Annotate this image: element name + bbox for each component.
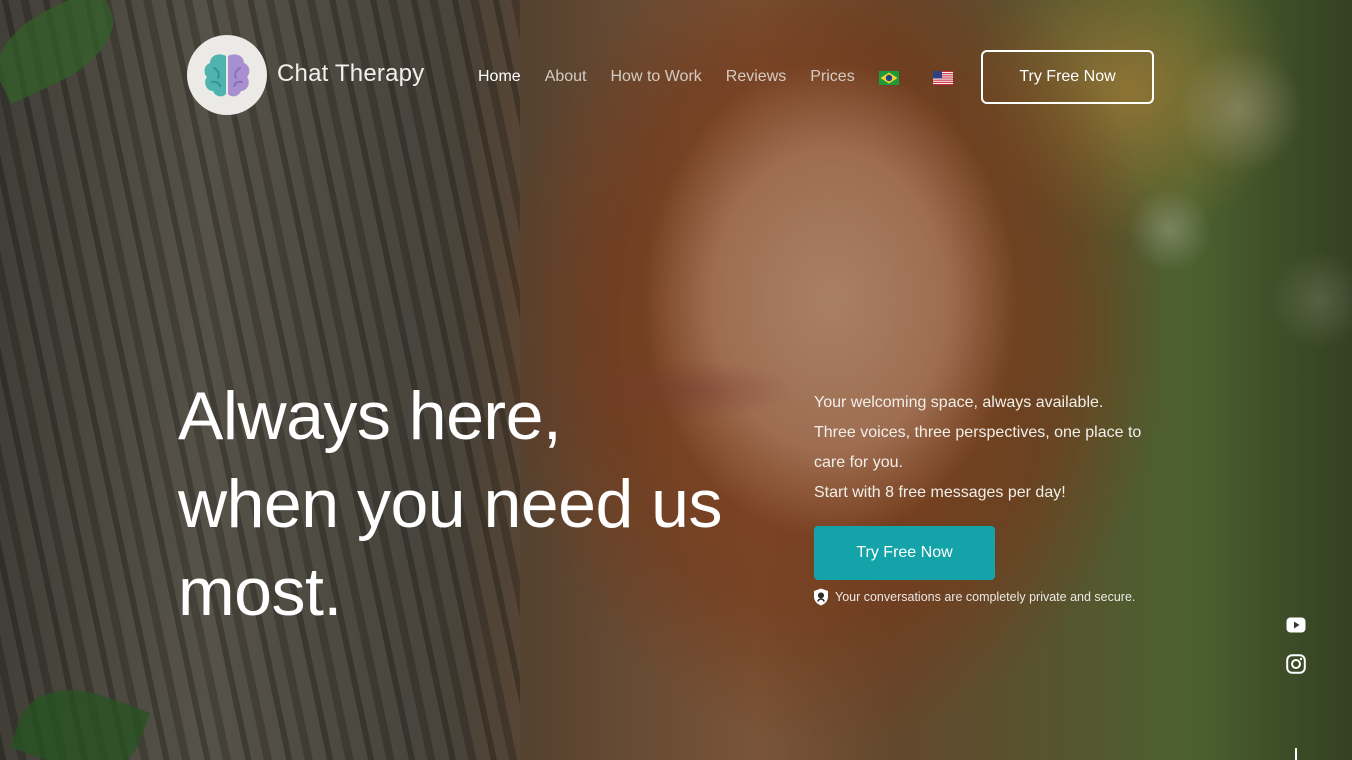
header-try-free-button[interactable]: Try Free Now bbox=[981, 50, 1154, 104]
nav-item-about[interactable]: About bbox=[545, 66, 587, 88]
hero-intro: Your welcoming space, always available. … bbox=[814, 388, 1174, 508]
instagram-icon[interactable] bbox=[1285, 653, 1307, 675]
nav-item-reviews[interactable]: Reviews bbox=[726, 66, 786, 88]
site-header: Chat Therapy Home About How to Work Revi… bbox=[0, 0, 1352, 150]
intro-line: Start with 8 free messages per day! bbox=[814, 484, 1066, 501]
youtube-icon[interactable] bbox=[1285, 614, 1307, 636]
privacy-note: Your conversations are completely privat… bbox=[813, 588, 1135, 606]
social-links bbox=[1285, 614, 1307, 675]
hero-try-free-button[interactable]: Try Free Now bbox=[814, 526, 995, 580]
intro-line: Your welcoming space, always available. bbox=[814, 394, 1104, 411]
scroll-indicator[interactable] bbox=[1295, 748, 1297, 760]
us-flag-icon[interactable] bbox=[932, 71, 953, 85]
main-nav: Home About How to Work Reviews Prices bbox=[478, 66, 953, 88]
headline-line: Always here, bbox=[178, 378, 562, 454]
headline-line: when you need us bbox=[178, 466, 722, 542]
shield-icon bbox=[814, 588, 828, 606]
privacy-text: Your conversations are completely privat… bbox=[835, 590, 1136, 604]
brain-icon bbox=[204, 54, 250, 97]
headline-line: most. bbox=[178, 554, 342, 630]
logo[interactable] bbox=[187, 35, 267, 115]
brazil-flag-icon[interactable] bbox=[878, 71, 899, 85]
brand-name[interactable]: Chat Therapy bbox=[277, 60, 424, 88]
nav-item-prices[interactable]: Prices bbox=[810, 66, 854, 88]
intro-line: Three voices, three perspectives, one pl… bbox=[814, 424, 1142, 471]
nav-item-home[interactable]: Home bbox=[478, 66, 521, 88]
nav-item-how-to-work[interactable]: How to Work bbox=[611, 66, 702, 88]
hero-headline: Always here, when you need us most. bbox=[178, 372, 778, 636]
